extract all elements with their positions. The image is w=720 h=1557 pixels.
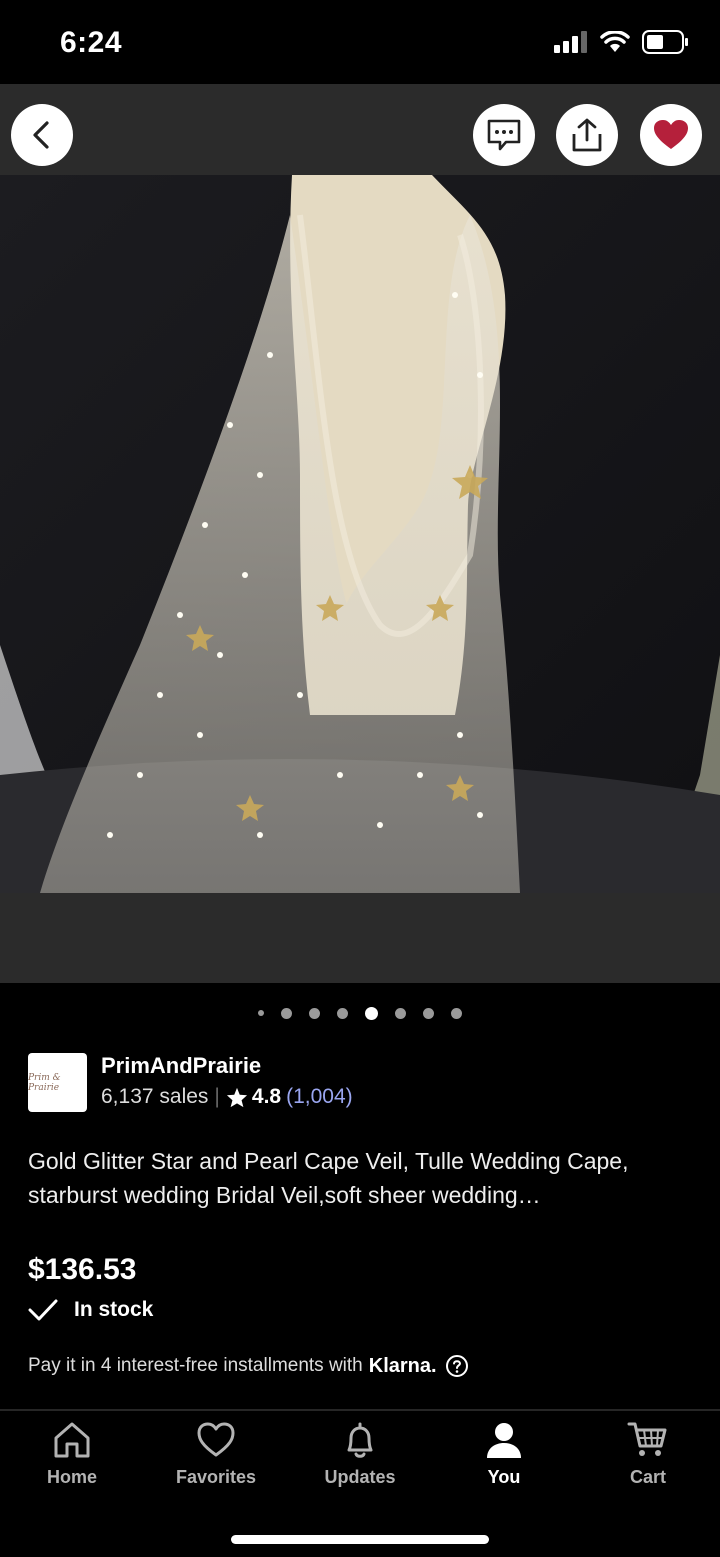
tab-home[interactable]: Home [0,1421,144,1488]
shop-stats: 6,137 sales | 4.8 (1,004) [101,1085,353,1109]
listing-header [0,84,720,175]
cart-icon [627,1422,667,1456]
pagination-dot-active[interactable] [365,1006,378,1020]
heart-icon [654,120,688,149]
stock-label: In stock [74,1298,154,1321]
shop-sales: 6,137 sales [101,1085,209,1108]
wifi-icon [600,31,630,52]
stock-status: In stock [28,1298,153,1322]
image-gallery[interactable] [0,175,720,983]
favorite-button[interactable] [640,104,702,166]
status-bar: 6:24 [0,0,720,84]
pagination-dot[interactable] [309,1007,320,1019]
klarna-brand: Klarna. [368,1354,437,1377]
pagination-dot[interactable] [281,1007,292,1019]
shop-logo[interactable]: Prim & Prairie [28,1053,87,1112]
divider: | [214,1085,220,1108]
home-icon [54,1422,90,1458]
listing-title: Gold Glitter Star and Pearl Cape Veil, T… [28,1148,629,1208]
pagination-dot[interactable] [423,1007,434,1019]
pagination-dot[interactable] [395,1007,406,1019]
pagination-dot[interactable] [337,1007,348,1019]
gallery-pagination [0,1005,720,1021]
installments-text: Pay it in 4 interest-free installments w… [28,1355,363,1376]
battery-icon [642,30,688,54]
klarna-installments: Pay it in 4 interest-free installments w… [28,1354,469,1378]
listing-price: $136.53 [28,1253,137,1286]
pagination-dot[interactable] [451,1007,462,1019]
share-button[interactable] [556,104,618,166]
tab-favorites[interactable]: Favorites [144,1421,288,1488]
message-seller-button[interactable] [473,104,535,166]
checkmark-icon [28,1299,58,1321]
shop-rating: 4.8 [251,1085,282,1108]
shop-name[interactable]: PrimAndPrairie [101,1053,261,1079]
tab-updates[interactable]: Updates [288,1421,432,1488]
tab-cart[interactable]: Cart [576,1421,720,1488]
review-count-link[interactable]: (1,004) [286,1085,353,1109]
signal-icon [554,31,587,53]
message-icon [487,119,521,151]
star-icon [226,1087,247,1107]
share-icon [572,118,602,152]
home-indicator [231,1535,489,1544]
status-icons [554,30,690,54]
pagination-dot[interactable] [258,1010,264,1016]
bell-icon [347,1422,373,1458]
product-photo [0,175,720,893]
person-icon [487,1423,521,1458]
heart-outline-icon [197,1422,235,1457]
back-button[interactable] [11,104,73,166]
status-time: 6:24 [60,26,123,59]
chevron-left-icon [33,121,49,149]
help-icon[interactable] [445,1354,469,1378]
tab-you[interactable]: You [432,1421,576,1488]
